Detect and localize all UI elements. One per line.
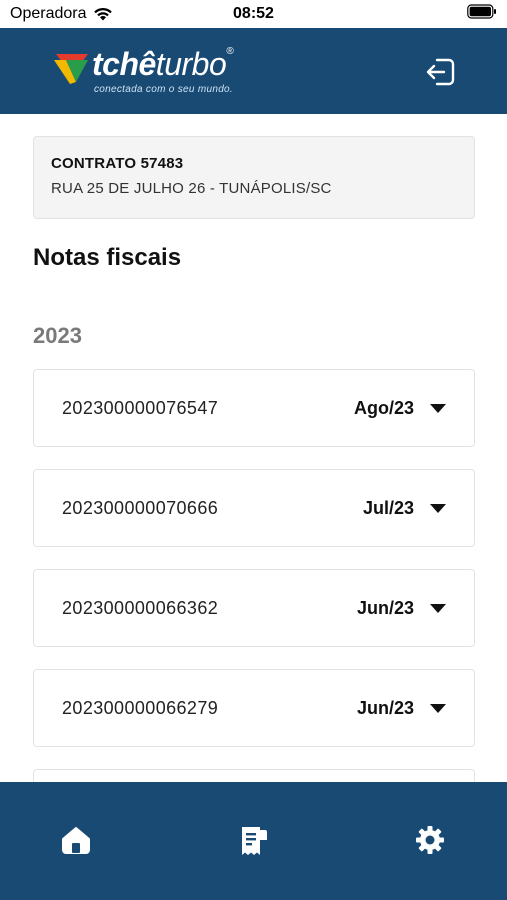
battery-icon bbox=[467, 4, 497, 25]
invoice-item[interactable]: 202300000070666 Jul/23 bbox=[33, 469, 475, 547]
logout-icon bbox=[426, 58, 455, 86]
registered-mark-icon: ® bbox=[226, 46, 234, 57]
nav-invoices[interactable] bbox=[237, 824, 271, 858]
nav-settings[interactable] bbox=[414, 824, 448, 858]
caret-down-icon[interactable] bbox=[430, 603, 446, 613]
invoice-month: Ago/23 bbox=[353, 397, 414, 418]
bottom-nav bbox=[0, 782, 507, 900]
logo-text-light: turbo bbox=[155, 46, 227, 82]
logout-button[interactable] bbox=[425, 56, 457, 88]
contract-title: CONTRATO 57483 bbox=[51, 155, 184, 172]
year-label: 2023 bbox=[33, 323, 82, 348]
invoice-month: Jun/23 bbox=[356, 597, 414, 618]
home-icon bbox=[62, 827, 90, 854]
invoice-month: Jun/23 bbox=[356, 697, 414, 718]
status-time: 08:52 bbox=[233, 5, 274, 22]
caret-down-icon[interactable] bbox=[430, 503, 446, 513]
contract-address: RUA 25 DE JULHO 26 - TUNÁPOLIS/SC bbox=[51, 180, 332, 197]
invoice-number: 202300000066279 bbox=[62, 697, 219, 718]
contract-card: CONTRATO 57483 RUA 25 DE JULHO 26 - TUNÁ… bbox=[33, 136, 475, 219]
page-title: Notas fiscais bbox=[33, 244, 182, 271]
nav-home[interactable] bbox=[60, 824, 94, 858]
logo-tagline: conectada com o seu mundo. bbox=[94, 84, 233, 95]
invoice-month: Jul/23 bbox=[362, 497, 414, 518]
caret-down-icon[interactable] bbox=[430, 703, 446, 713]
invoice-item[interactable]: 202300000076547 Ago/23 bbox=[33, 369, 475, 447]
app-header: tchêturbo® conectada com o seu mundo. bbox=[0, 28, 507, 114]
logo-text-bold: tchê bbox=[92, 46, 156, 82]
logo-wordmark: tchêturbo® bbox=[92, 46, 234, 83]
invoice-item[interactable]: 202300000066279 Jun/23 bbox=[33, 669, 475, 747]
invoice-number: 202300000066362 bbox=[62, 597, 219, 618]
logo-mark-icon bbox=[54, 54, 88, 84]
invoice-item[interactable]: 202300000066362 Jun/23 bbox=[33, 569, 475, 647]
settings-icon bbox=[416, 826, 444, 854]
status-bar: Operadora 08:52 bbox=[0, 0, 507, 28]
invoice-number: 202300000070666 bbox=[62, 497, 219, 518]
invoice-number: 202300000076547 bbox=[62, 397, 219, 418]
caret-down-icon[interactable] bbox=[430, 403, 446, 413]
invoice-icon bbox=[242, 827, 267, 855]
brand-logo: tchêturbo® conectada com o seu mundo. bbox=[52, 44, 252, 100]
